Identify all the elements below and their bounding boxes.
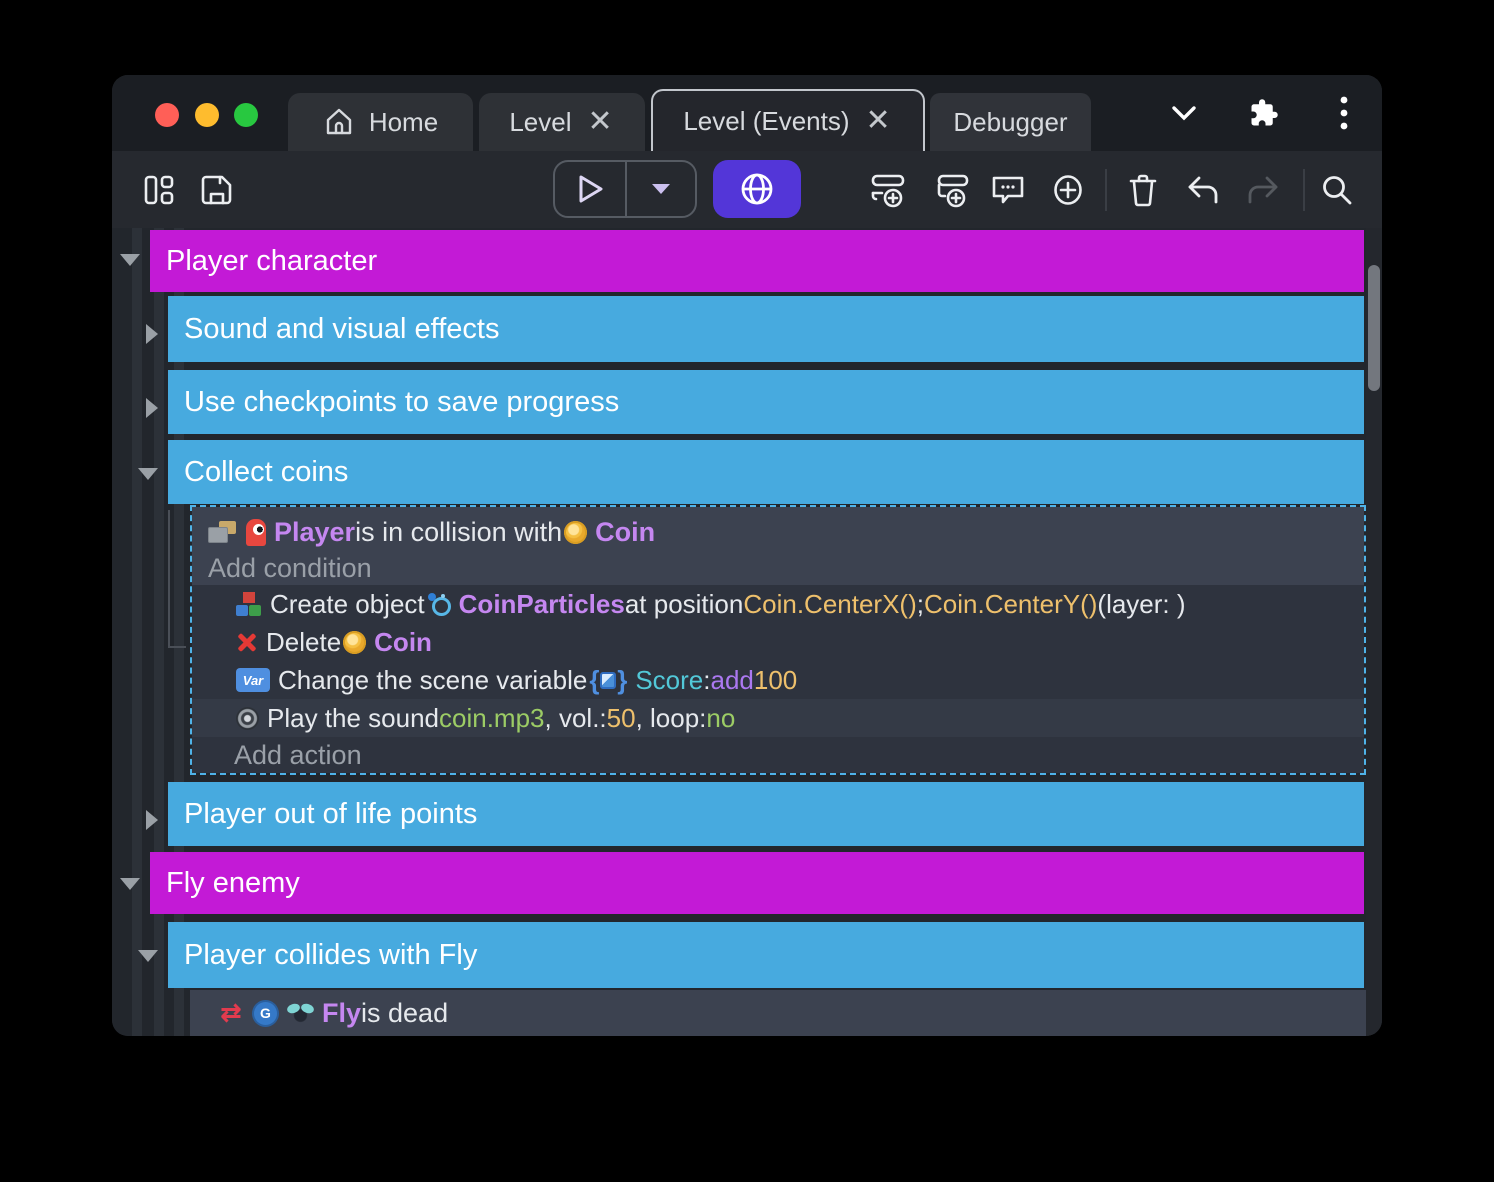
- trash-icon: [1127, 173, 1159, 207]
- app-window: Home Level ✕ Level (Events) ✕ Debugger: [112, 75, 1382, 1036]
- add-event-icon: [869, 171, 907, 209]
- expand-caret-icon[interactable]: [146, 324, 158, 344]
- toolbar-separator: [1303, 169, 1305, 211]
- chevron-down-icon: [1169, 103, 1199, 123]
- variable-icon: [236, 668, 270, 692]
- search-button[interactable]: [1318, 171, 1356, 209]
- caret-down-icon: [650, 182, 672, 196]
- fly-icon: [287, 1003, 314, 1023]
- add-comment-button[interactable]: [989, 171, 1027, 209]
- action-delete-coin[interactable]: Delete Coin: [192, 623, 1364, 661]
- group-event-fly-enemy[interactable]: Fly enemy: [150, 852, 1364, 914]
- collapse-caret-icon[interactable]: [120, 254, 140, 266]
- event-player-out-of-life-points[interactable]: Player out of life points: [168, 782, 1364, 846]
- delete-x-icon: [236, 631, 258, 653]
- save-icon: [200, 173, 234, 207]
- cubes-icon: [236, 592, 262, 616]
- add-event-button[interactable]: [869, 171, 907, 209]
- toolbar-separator: [1105, 169, 1107, 211]
- action-create-object[interactable]: Create object CoinParticles at position …: [192, 585, 1364, 623]
- choose-add-button[interactable]: [1049, 171, 1087, 209]
- event-collect-coins[interactable]: Collect coins: [168, 440, 1364, 504]
- undo-button[interactable]: [1184, 171, 1222, 209]
- sound-icon: [236, 707, 259, 730]
- add-condition-link[interactable]: Add condition: [206, 551, 1364, 585]
- extensions-button[interactable]: [1244, 93, 1284, 133]
- group-event-player-character[interactable]: Player character: [150, 230, 1364, 292]
- kebab-menu-icon: [1339, 95, 1349, 131]
- globe-icon: [738, 170, 776, 208]
- preview-play-button[interactable]: [555, 162, 625, 216]
- play-icon: [575, 173, 605, 205]
- tab-level[interactable]: Level ✕: [479, 93, 645, 151]
- tree-connector: [168, 510, 170, 648]
- tabs-menu-button[interactable]: [1164, 93, 1204, 133]
- collapse-caret-icon[interactable]: [120, 878, 140, 890]
- redo-icon: [1245, 174, 1281, 206]
- expand-caret-icon[interactable]: [146, 398, 158, 418]
- condition-player-collides-coin[interactable]: Player is in collision with Coin: [206, 507, 1364, 551]
- collision-icon: [208, 521, 236, 543]
- close-window-button[interactable]: [155, 103, 179, 127]
- expand-caret-icon[interactable]: [146, 810, 158, 830]
- collapse-caret-icon[interactable]: [138, 468, 158, 480]
- action-play-sound[interactable]: Play the sound coin.mp3, vol.: 50, loop:…: [192, 699, 1364, 737]
- toggle-panels-button[interactable]: [140, 171, 178, 209]
- tab-label: Home: [369, 107, 438, 138]
- plus-circle-icon: [1050, 172, 1086, 208]
- selected-event-block[interactable]: Player is in collision with Coin Add con…: [190, 505, 1366, 775]
- preview-button-group: [553, 160, 697, 218]
- close-tab-icon[interactable]: ✕: [586, 107, 615, 137]
- tab-debugger[interactable]: Debugger: [930, 93, 1091, 151]
- undo-icon: [1185, 174, 1221, 206]
- title-bar: Home Level ✕ Level (Events) ✕ Debugger: [112, 75, 1382, 151]
- minimize-window-button[interactable]: [195, 103, 219, 127]
- conditions-section: Player is in collision with Coin Add con…: [192, 507, 1364, 585]
- particles-icon: [427, 592, 451, 616]
- add-action-link[interactable]: Add action: [192, 737, 1364, 773]
- delete-button[interactable]: [1124, 171, 1162, 209]
- add-subevent-button[interactable]: [933, 171, 971, 209]
- event-use-checkpoints[interactable]: Use checkpoints to save progress: [168, 370, 1364, 434]
- action-change-variable[interactable]: Change the scene variable Score: add 100: [192, 661, 1364, 699]
- swap-icon: [218, 1000, 244, 1026]
- preview-options-button[interactable]: [625, 162, 695, 216]
- events-toolbar: [112, 151, 1382, 228]
- gear-icon: [254, 1002, 277, 1025]
- comment-icon: [990, 172, 1026, 208]
- tab-label: Level: [509, 107, 571, 138]
- window-menu-button[interactable]: [1324, 93, 1364, 133]
- indent-rail: [154, 228, 164, 1036]
- tab-level-events[interactable]: Level (Events) ✕: [651, 89, 925, 151]
- close-tab-icon[interactable]: ✕: [864, 106, 893, 136]
- scrollbar-thumb[interactable]: [1368, 265, 1380, 391]
- actions-section: Create object CoinParticles at position …: [192, 585, 1364, 773]
- scrollbar-track[interactable]: [1366, 228, 1382, 1036]
- tree-connector: [168, 646, 186, 648]
- player-icon: [246, 519, 266, 546]
- event-player-collides-with-fly[interactable]: Player collides with Fly: [168, 922, 1364, 988]
- add-subevent-icon: [933, 171, 971, 209]
- variable-image-icon: [589, 667, 627, 693]
- indent-rail: [132, 228, 142, 1036]
- condition-fly-is-dead[interactable]: Fly is dead: [190, 990, 1366, 1036]
- events-sheet: Player character Sound and visual effect…: [112, 228, 1382, 1036]
- coin-icon: [343, 631, 366, 654]
- event-sound-and-visual-effects[interactable]: Sound and visual effects: [168, 296, 1364, 362]
- save-button[interactable]: [198, 171, 236, 209]
- tab-label: Level (Events): [683, 106, 849, 137]
- coin-icon: [564, 521, 587, 544]
- collapse-caret-icon[interactable]: [138, 950, 158, 962]
- home-icon: [323, 106, 355, 138]
- tab-label: Debugger: [953, 107, 1067, 138]
- tab-home[interactable]: Home: [288, 93, 473, 151]
- search-icon: [1320, 173, 1354, 207]
- layout-icon: [142, 173, 176, 207]
- puzzle-icon: [1249, 98, 1279, 128]
- network-preview-button[interactable]: [713, 160, 801, 218]
- redo-button[interactable]: [1244, 171, 1282, 209]
- maximize-window-button[interactable]: [234, 103, 258, 127]
